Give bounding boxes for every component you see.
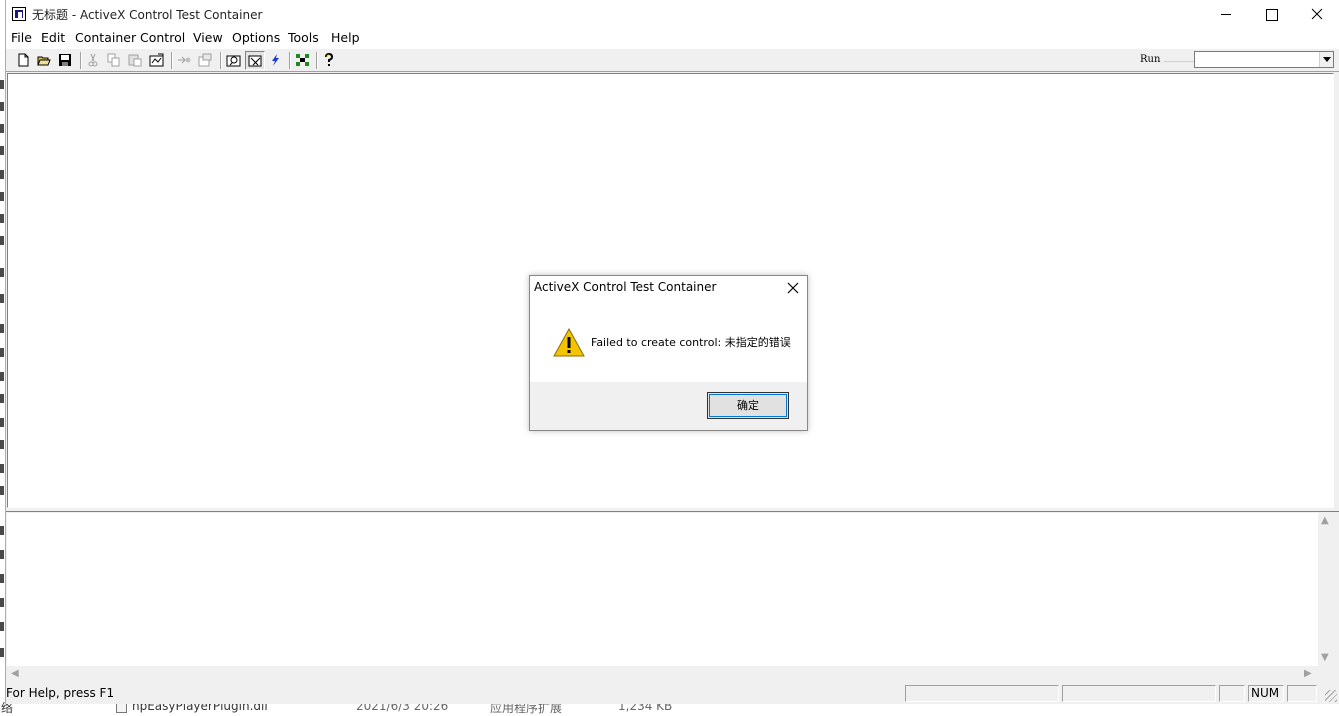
ok-button[interactable]: 确定 (707, 392, 789, 419)
insert-control-icon (149, 53, 164, 67)
invoke-methods-icon (178, 56, 191, 64)
warning-icon (553, 328, 585, 357)
run-combobox[interactable] (1194, 51, 1334, 68)
properties-button[interactable] (196, 51, 216, 70)
run-label: Run (1140, 54, 1161, 65)
menu-bar: File Edit Container Control View Options… (6, 29, 1339, 48)
menu-tools[interactable]: Tools (288, 30, 319, 45)
resize-grip[interactable] (1325, 690, 1337, 702)
menu-container[interactable]: Container (75, 30, 136, 45)
help-icon (325, 53, 334, 66)
open-button[interactable] (35, 51, 55, 70)
run-label-line (1164, 61, 1194, 62)
scroll-down-icon[interactable]: ▼ (1321, 653, 1329, 663)
status-pane (1219, 685, 1245, 702)
toolbar-separator (80, 52, 82, 69)
close-icon (787, 282, 799, 294)
maximize-button[interactable] (1248, 0, 1293, 29)
error-dialog: ActiveX Control Test Container Failed to… (529, 275, 808, 431)
close-button[interactable] (1294, 0, 1339, 29)
design-mode-button[interactable] (224, 51, 244, 70)
toolbar-separator (316, 52, 318, 69)
close-icon (1311, 8, 1323, 20)
status-help-text: For Help, press F1 (6, 686, 115, 700)
pane-splitter[interactable] (6, 508, 1339, 512)
cut-button[interactable] (84, 51, 104, 70)
scroll-left-icon[interactable]: ◀ (11, 669, 19, 679)
toolbar: Run (6, 48, 1339, 72)
toolbar-separator (171, 52, 173, 69)
menu-file[interactable]: File (11, 30, 32, 45)
scroll-up-icon[interactable]: ▲ (1321, 516, 1329, 526)
paste-icon (128, 54, 142, 67)
horizontal-scrollbar[interactable]: ◀ ▶ (7, 666, 1318, 682)
scroll-right-icon[interactable]: ▶ (1304, 669, 1312, 679)
open-folder-icon (37, 56, 51, 66)
toolbar-separator (220, 52, 222, 69)
paste-button[interactable] (126, 51, 146, 70)
run-mode-icon (248, 55, 262, 67)
copy-icon (107, 53, 120, 67)
macro-run-icon (272, 54, 279, 66)
menu-edit[interactable]: Edit (41, 30, 65, 45)
status-pane (1062, 685, 1216, 702)
status-pane (905, 685, 1059, 702)
save-button[interactable] (56, 51, 76, 70)
new-file-button[interactable] (14, 51, 34, 70)
minimize-button[interactable] (1203, 0, 1248, 29)
menu-control[interactable]: Control (140, 30, 185, 45)
scroll-corner (1318, 666, 1334, 682)
dialog-title: ActiveX Control Test Container (534, 280, 717, 294)
app-icon[interactable] (12, 7, 26, 21)
window-title: 无标题 - ActiveX Control Test Container (32, 8, 263, 22)
save-icon (59, 54, 71, 66)
help-button[interactable] (320, 51, 340, 70)
toolbar-separator (289, 52, 291, 69)
event-log-pane[interactable]: ▲ ▼ ◀ ▶ (7, 513, 1334, 682)
design-mode-icon (226, 55, 241, 67)
new-file-icon (18, 53, 29, 67)
status-bar: For Help, press F1 NUM (6, 684, 1339, 704)
run-mode-button[interactable] (245, 51, 265, 70)
vertical-scrollbar[interactable]: ▲ ▼ (1318, 513, 1334, 666)
chevron-down-icon[interactable] (1319, 52, 1333, 67)
dialog-footer: 确定 (530, 382, 807, 430)
macro-run-button[interactable] (266, 51, 286, 70)
menu-help[interactable]: Help (331, 30, 360, 45)
menu-options[interactable]: Options (232, 30, 280, 45)
menu-view[interactable]: View (193, 30, 223, 45)
title-bar[interactable]: 无标题 - ActiveX Control Test Container (6, 0, 1339, 29)
invoke-methods-button[interactable] (175, 51, 195, 70)
status-pane (1287, 685, 1317, 702)
dialog-message: Failed to create control: 未指定的错误 (591, 336, 791, 349)
properties-icon (198, 53, 212, 67)
dialog-close-button[interactable] (778, 276, 808, 300)
ambient-properties-icon (296, 54, 309, 66)
insert-control-button[interactable] (147, 51, 167, 70)
cut-icon (88, 53, 98, 67)
num-lock-indicator: NUM (1248, 685, 1284, 702)
ambient-properties-button[interactable] (293, 51, 313, 70)
copy-button[interactable] (105, 51, 125, 70)
